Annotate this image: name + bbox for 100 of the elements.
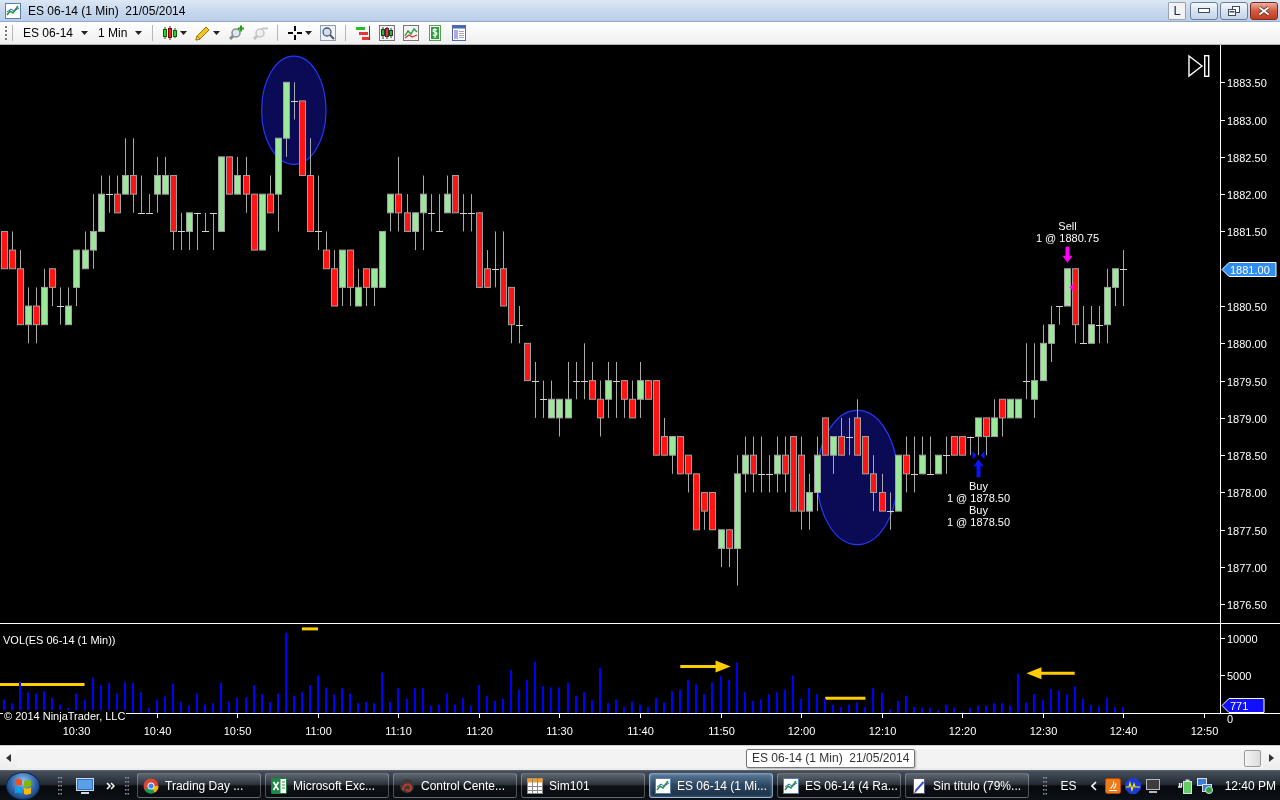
trade-label: Sell — [1058, 219, 1077, 232]
monitor-icon[interactable] — [1144, 777, 1161, 794]
scroll-left-icon[interactable] — [6, 754, 11, 762]
axis-label: 1880.00 — [1227, 337, 1267, 350]
time-axis-label: 12:30 — [1029, 725, 1058, 737]
up-arrow-icon — [973, 459, 984, 478]
time-axis-label: 11:30 — [546, 725, 573, 737]
caret-icon — [81, 31, 89, 35]
time-axis-label: 11:10 — [385, 725, 412, 737]
axis-label: 10000 — [1227, 632, 1258, 645]
minimize-icon — [1198, 8, 1210, 13]
battery-icon[interactable] — [1176, 777, 1193, 794]
arrow-icon — [680, 660, 731, 673]
taskbar-button[interactable]: ES 06-14 (1 Mi... — [649, 773, 773, 798]
taskbar-button[interactable]: Sin título (79%... — [905, 773, 1029, 798]
clock[interactable]: 12:40 PM — [1224, 778, 1276, 793]
time-axis-label: 10:40 — [143, 725, 172, 737]
chart-icon — [5, 2, 21, 19]
interval-dropdown[interactable]: 1 Min — [93, 23, 148, 43]
desktop-icon[interactable] — [76, 777, 94, 794]
candle — [435, 193, 444, 232]
flame-tile-icon[interactable] — [1104, 777, 1121, 794]
trade-detail: 1 @ 1878.50 — [946, 492, 1011, 505]
trade-detail: 1 @ 1880.75 — [1035, 231, 1100, 244]
last-price-label: 1881.00 — [1221, 262, 1277, 277]
axis-label: 1877.50 — [1227, 524, 1267, 537]
time-axis-label: 12:50 — [1190, 725, 1219, 737]
start-button[interactable] — [6, 771, 40, 800]
minimize-button[interactable] — [1190, 1, 1218, 20]
wave-icon[interactable] — [1124, 777, 1141, 794]
scroll-right-icon[interactable] — [1269, 754, 1274, 762]
axis-label: 1882.50 — [1227, 151, 1267, 164]
time-axis-label: 11:50 — [708, 725, 735, 737]
spreadsheet-icon — [271, 777, 287, 794]
axis-label: 1882.00 — [1227, 188, 1267, 201]
candle — [459, 193, 468, 232]
close-button[interactable] — [1250, 1, 1278, 20]
axis-label: 1878.50 — [1227, 449, 1267, 462]
magnifier-icon[interactable] — [320, 25, 337, 41]
time-axis-label: 12:40 — [1109, 725, 1138, 737]
language-indicator[interactable]: ES — [1060, 778, 1077, 793]
time-axis-label: 11:40 — [627, 725, 654, 737]
bars-icon[interactable] — [355, 25, 372, 41]
dollar-icon[interactable] — [427, 25, 444, 41]
axis-label: 1877.00 — [1227, 561, 1267, 574]
taskbar-button[interactable]: Sim101 — [521, 773, 645, 798]
instrument-dropdown[interactable]: ES 06-14 — [18, 23, 94, 43]
chart-icon — [783, 777, 799, 794]
line-drawing — [825, 696, 866, 700]
time-axis-label: 12:00 — [787, 725, 816, 737]
taskbar-button[interactable]: Control Cente... — [393, 773, 517, 798]
crosshair-icon[interactable] — [287, 25, 304, 41]
caret-icon[interactable] — [305, 31, 313, 35]
copyright-text: © 2014 NinjaTrader, LLC — [3, 710, 127, 722]
grip-icon[interactable] — [125, 775, 129, 796]
round-logo-icon — [143, 777, 159, 794]
taskbar-button[interactable]: Microsoft Exc... — [265, 773, 389, 798]
time-axis-label: 12:10 — [868, 725, 897, 737]
skip-to-end-icon[interactable] — [1188, 54, 1210, 78]
axis-label: 1876.50 — [1227, 598, 1267, 611]
swirl-icon — [399, 777, 415, 794]
tooltip: ES 06-14 (1 Min) 21/05/2014 — [746, 749, 916, 768]
scrollbar-track[interactable] — [17, 748, 1263, 768]
taskbar-button[interactable]: Trading Day ... — [137, 773, 261, 798]
grip-icon[interactable] — [1042, 775, 1047, 796]
line-chart-icon[interactable] — [403, 25, 420, 41]
candlestick-icon[interactable] — [162, 25, 179, 41]
candles-panel-icon[interactable] — [379, 25, 396, 41]
trade-label: Buy — [969, 480, 988, 493]
caret-icon[interactable] — [180, 31, 188, 35]
taskbar-button[interactable]: ES 06-14 (4 Ra... — [777, 773, 901, 798]
axis-label: 1880.50 — [1227, 300, 1267, 313]
time-axis-label: 10:50 — [223, 725, 252, 737]
trade-label: Buy — [969, 504, 988, 517]
network-icon[interactable] — [1196, 777, 1213, 794]
axis-label: 0 — [1227, 713, 1234, 725]
axis-label: 1883.00 — [1227, 114, 1267, 127]
scrollbar-thumb[interactable] — [1244, 749, 1261, 767]
panel-icon[interactable] — [451, 25, 468, 41]
window-title: ES 06-14 (1 Min) 21/05/2014 — [28, 3, 186, 18]
zoom-in-icon[interactable] — [228, 25, 245, 41]
link-button[interactable]: L — [1168, 1, 1186, 20]
chevron-icon[interactable] — [1090, 780, 1097, 791]
axis-label: 1879.00 — [1227, 412, 1267, 425]
time-axis-label: 12:20 — [948, 725, 977, 737]
grid-icon — [527, 777, 543, 794]
axis-label: 1881.50 — [1227, 225, 1267, 238]
axis-label: 1878.00 — [1227, 486, 1267, 499]
last-volume-label: 771 — [1221, 698, 1265, 713]
caret-icon[interactable] — [213, 31, 221, 35]
double-chevron-icon[interactable] — [106, 781, 115, 790]
restore-button[interactable] — [1220, 1, 1248, 20]
time-axis-label: 11:20 — [466, 725, 493, 737]
close-icon — [1258, 5, 1270, 16]
axis-label: 1879.50 — [1227, 375, 1267, 388]
trade-detail: 1 @ 1878.50 — [946, 516, 1011, 529]
grip-icon[interactable] — [58, 775, 62, 796]
axis-label: 5000 — [1227, 669, 1252, 682]
paint-document-icon — [911, 777, 927, 794]
pencil-icon[interactable] — [195, 25, 212, 41]
